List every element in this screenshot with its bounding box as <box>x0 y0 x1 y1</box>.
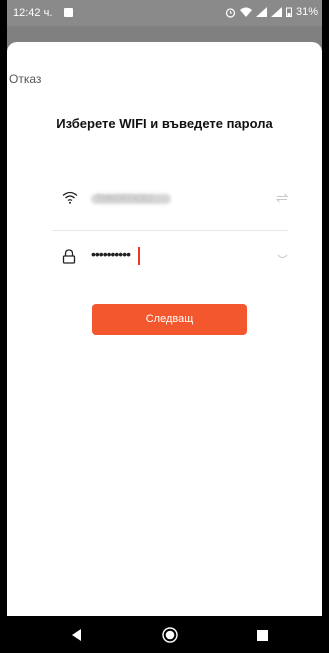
status-icons: 31% <box>225 6 318 18</box>
wifi-network-field[interactable]: TMKOFFICE1 <box>52 186 288 214</box>
wifi-status-icon <box>239 7 252 17</box>
password-value: •••••••••• <box>91 246 131 262</box>
eye-closed-icon[interactable] <box>277 254 288 260</box>
ssid-value: TMKOFFICE1 <box>96 193 154 203</box>
text-caret <box>138 247 140 265</box>
wifi-dialog-sheet: Отказ Изберете WIFI и въведете парола TM… <box>7 42 322 616</box>
battery-icon <box>285 7 292 17</box>
navigation-bar <box>7 616 322 653</box>
notification-icon <box>64 8 73 17</box>
password-field[interactable]: •••••••••• <box>52 244 288 272</box>
back-icon[interactable] <box>67 625 87 645</box>
signal-icon <box>255 7 267 17</box>
cancel-button[interactable]: Отказ <box>9 72 41 86</box>
signal-icon-2 <box>270 7 282 17</box>
lock-icon <box>62 249 76 264</box>
switch-arrows-icon[interactable] <box>276 193 288 203</box>
status-bar: 12:42 ч. 31% <box>7 0 322 26</box>
alarm-icon <box>225 7 236 18</box>
status-time: 12:42 ч. <box>13 7 53 19</box>
recents-icon[interactable] <box>252 625 272 645</box>
battery-percent: 31% <box>295 6 318 18</box>
field-divider <box>52 230 288 231</box>
dialog-title: Изберете WIFI и въведете парола <box>56 116 273 131</box>
phone-screen: 12:42 ч. 31% Отказ Изберете WIFI и въвед… <box>7 0 322 653</box>
wifi-icon <box>62 191 78 204</box>
home-icon[interactable] <box>160 625 180 645</box>
next-button[interactable]: Следващ <box>92 304 247 335</box>
